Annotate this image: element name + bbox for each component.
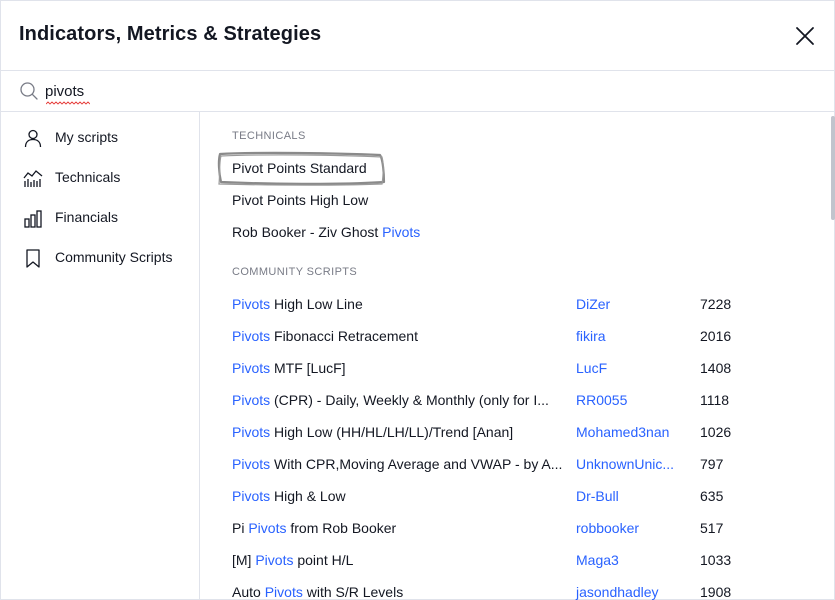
sidebar-item-technicals[interactable]: Technicals [1,158,199,198]
script-name: Pivots MTF [LucF] [232,360,346,376]
author-link[interactable]: jasondhadley [576,584,659,600]
author-link[interactable]: RR0055 [576,392,627,408]
author-link[interactable]: LucF [576,360,607,376]
script-name: Pivots Fibonacci Retracement [232,328,418,344]
author-link[interactable]: fikira [576,328,606,344]
script-name: Pivots With CPR,Moving Average and VWAP … [232,456,563,472]
search-input[interactable] [45,79,805,103]
technicals-chart-icon [23,170,43,187]
sidebar-item-label: Financials [55,209,119,225]
table-row[interactable]: Pivots Fibonacci Retracement fikira 2016 [219,320,819,352]
sidebar-item-financials[interactable]: Financials [1,198,199,238]
sidebar-item-community-scripts[interactable]: Community Scripts [1,238,199,278]
script-name: Pivot Points High Low [232,192,369,208]
likes-count: 2016 [700,328,732,344]
likes-count: 7228 [700,296,732,312]
sidebar-item-label: My scripts [55,129,118,145]
script-name: Pi Pivots from Rob Booker [232,520,397,536]
category-sidebar: My scripts Technicals Financials Communi… [1,112,200,600]
author-link[interactable]: DiZer [576,296,610,312]
script-name: Pivots (CPR) - Daily, Weekly & Monthly (… [232,392,549,408]
likes-count: 1118 [700,392,730,408]
table-row[interactable]: Pivots (CPR) - Daily, Weekly & Monthly (… [219,384,819,416]
results-list: TECHNICALS Pivot Points Standard Pivot P… [201,112,834,600]
table-row[interactable]: Pivots With CPR,Moving Average and VWAP … [219,448,819,480]
bookmark-icon [26,249,40,268]
scrollbar-thumb[interactable] [831,116,835,220]
author-link[interactable]: Mohamed3nan [576,424,669,440]
list-item[interactable]: Rob Booker - Ziv Ghost Pivots [219,216,819,248]
table-row[interactable]: Pivots High Low Line DiZer 7228 [219,288,819,320]
likes-count: 1026 [700,424,732,440]
script-name: Pivots High Low Line [232,296,363,312]
sidebar-item-label: Technicals [55,169,121,185]
sidebar-item-my-scripts[interactable]: My scripts [1,118,199,158]
likes-count: 517 [700,520,724,536]
author-link[interactable]: Dr-Bull [576,488,619,504]
likes-count: 797 [700,456,724,472]
script-name: Pivot Points Standard [232,160,367,176]
list-item[interactable]: Pivot Points High Low [219,184,819,216]
script-name: Rob Booker - Ziv Ghost Pivots [232,224,421,240]
close-icon [796,27,814,45]
search-bar [1,71,834,112]
table-row[interactable]: Pivots High Low (HH/HL/LH/LL)/Trend [Ana… [219,416,819,448]
author-link[interactable]: robbooker [576,520,639,536]
table-row[interactable]: [M] Pivots point H/L Maga3 1033 [219,544,819,576]
close-button[interactable] [794,25,816,47]
author-link[interactable]: UnknownUnic... [576,456,674,472]
likes-count: 1908 [700,584,732,600]
script-name: Auto Pivots with S/R Levels [232,584,404,600]
likes-count: 1408 [700,360,732,376]
likes-count: 1033 [700,552,732,568]
dialog-header: Indicators, Metrics & Strategies [1,1,834,71]
user-icon [24,129,42,148]
search-icon [20,82,38,100]
spellcheck-underline [46,101,90,105]
bar-chart-icon [24,210,42,228]
list-item[interactable]: Pivot Points Standard [219,152,819,184]
author-link[interactable]: Maga3 [576,552,619,568]
table-row[interactable]: Pi Pivots from Rob Booker robbooker 517 [219,512,819,544]
script-name: Pivots High Low (HH/HL/LH/LL)/Trend [Ana… [232,424,514,440]
section-title-community: COMMUNITY SCRIPTS [232,266,358,278]
table-row[interactable]: Pivots High & Low Dr-Bull 635 [219,480,819,512]
sidebar-item-label: Community Scripts [55,249,173,265]
script-name: Pivots High & Low [232,488,346,504]
likes-count: 635 [700,488,724,504]
dialog-title: Indicators, Metrics & Strategies [19,23,322,45]
indicators-dialog: Indicators, Metrics & Strategies My scri… [0,0,835,600]
table-row[interactable]: Auto Pivots with S/R Levels jasondhadley… [219,576,819,600]
section-title-technicals: TECHNICALS [232,130,306,142]
table-row[interactable]: Pivots MTF [LucF] LucF 1408 [219,352,819,384]
script-name: [M] Pivots point H/L [232,552,354,568]
